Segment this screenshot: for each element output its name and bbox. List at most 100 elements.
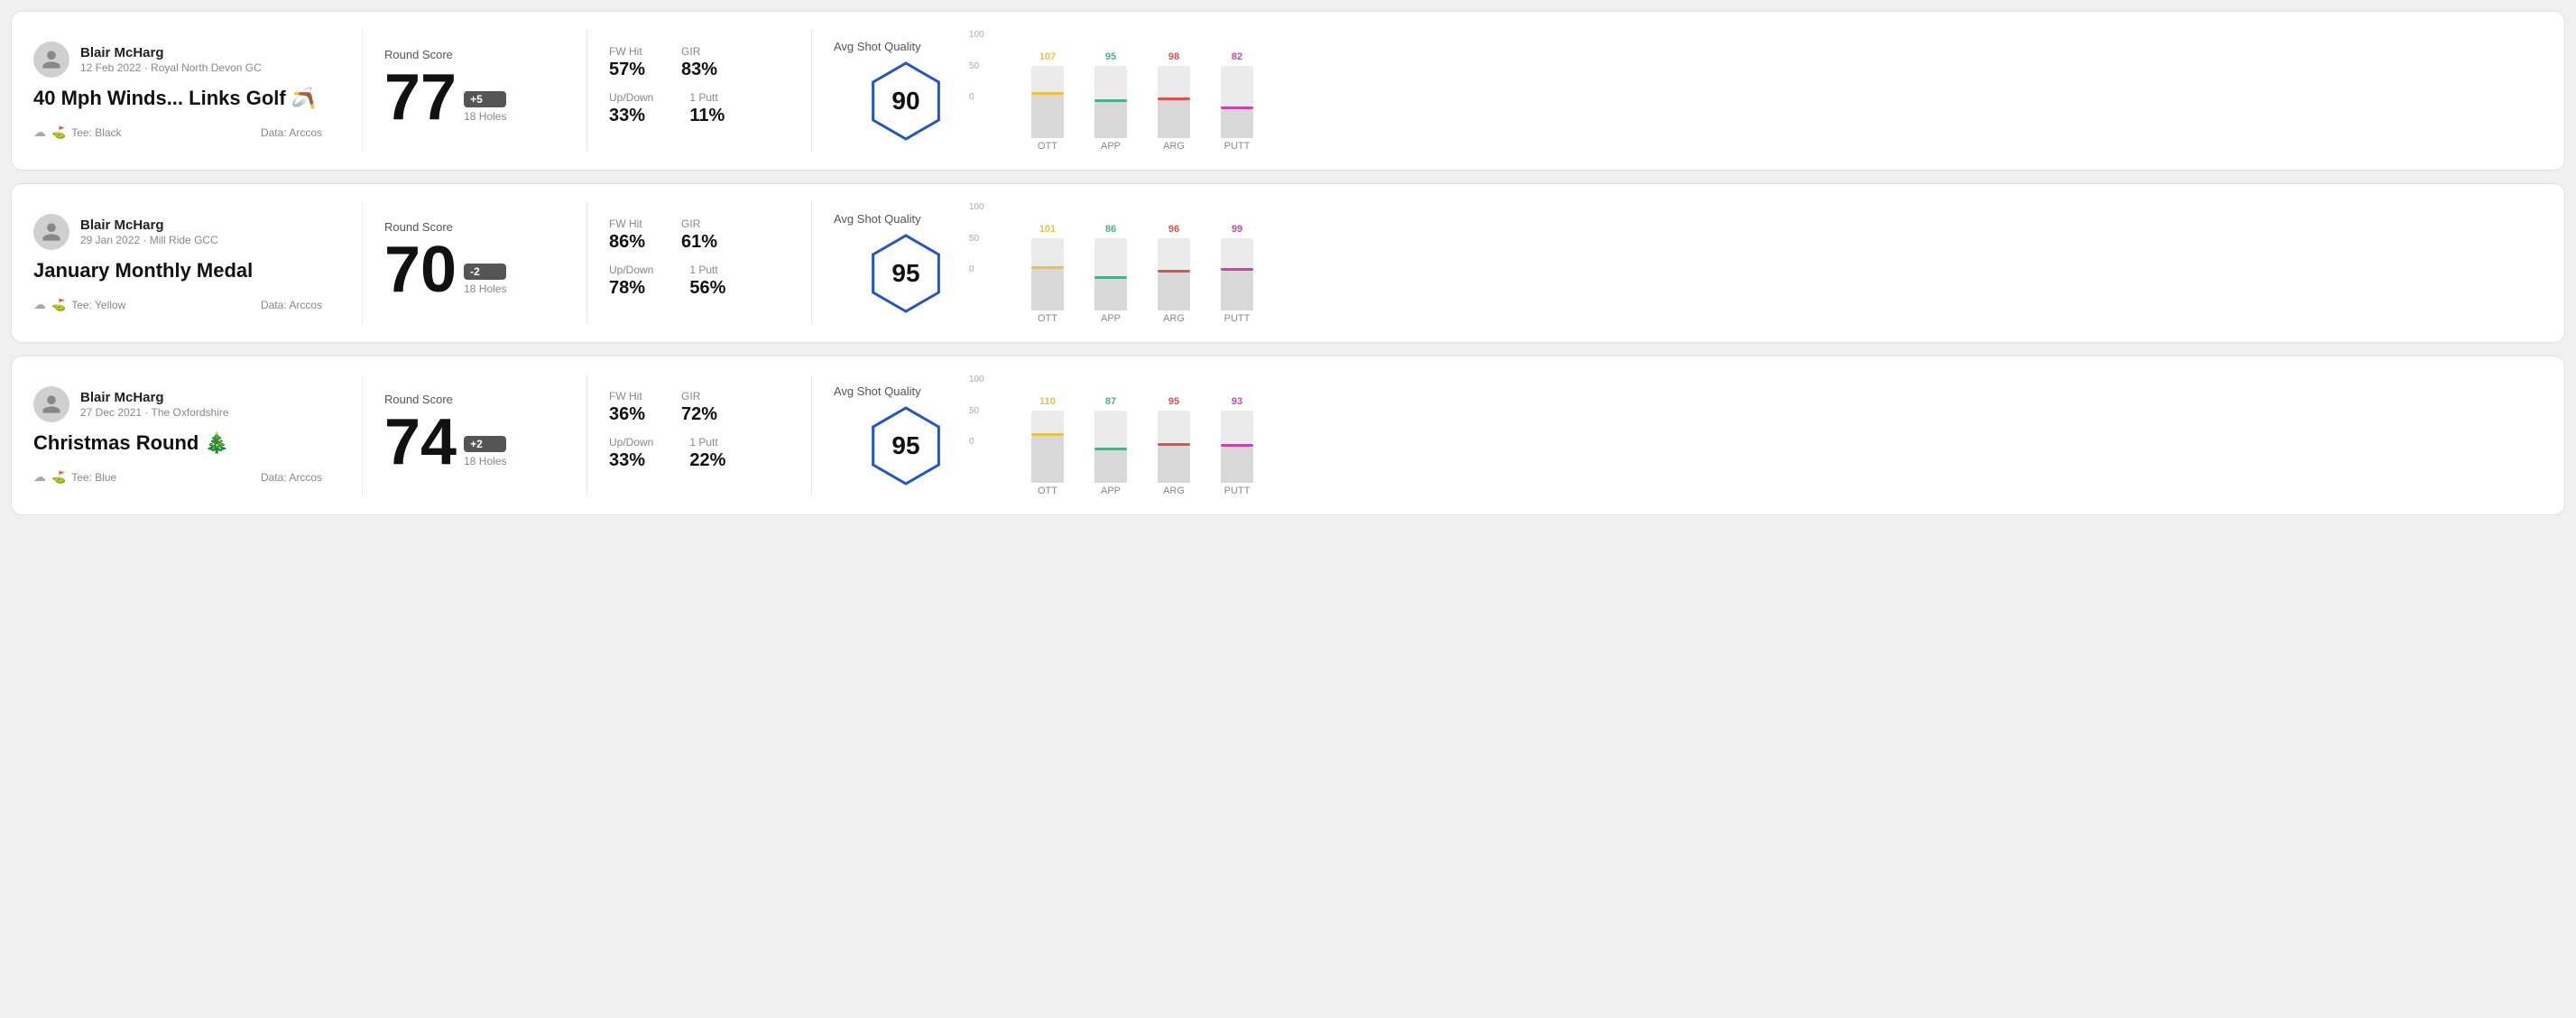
bar-fill [1094,279,1127,310]
chart-top-value: 99 [1232,224,1242,235]
divider-3 [811,202,812,324]
divider-2 [586,375,587,496]
stat-item-fw-hit: FW Hit36% [609,390,645,425]
bar-line [1094,276,1127,279]
left-section: Blair McHarg27 Dec 2021 · The Oxfordshir… [33,386,340,485]
bar-wrapper [1221,238,1253,310]
score-number: 74 [384,410,457,475]
bar-line [1094,448,1127,450]
chart-top-value: 93 [1232,396,1242,407]
chart-column-putt: 99 [1214,224,1260,310]
bar-line [1221,106,1253,109]
score-badge-col: +218 Holes [464,436,506,475]
stat-value: 22% [689,450,725,471]
chart-column-putt: 82 [1214,51,1260,138]
bar-fill [1094,450,1127,483]
divider-3 [811,30,812,152]
user-row: Blair McHarg12 Feb 2022 · Royal North De… [33,42,322,78]
chart-column-app: 95 [1088,51,1133,138]
bar-wrapper [1031,66,1064,138]
chart-top-value: 107 [1039,51,1056,62]
round-card: Blair McHarg29 Jan 2022 · Mill Ride GCC J… [11,183,2565,343]
bar-fill [1221,109,1253,138]
divider-1 [362,30,363,152]
chart-top-value: 95 [1105,51,1116,62]
stat-name: 1 Putt [689,91,725,104]
tee-row: ☁ ⛳Tee: BlackData: Arccos [33,125,322,140]
divider-2 [586,30,587,152]
stat-item-gir: GIR72% [681,390,717,425]
score-number: 70 [384,237,457,302]
bar-wrapper [1031,238,1064,310]
tee-row: ☁ ⛳Tee: BlueData: Arccos [33,469,322,485]
chart-x-label: PUTT [1214,141,1260,152]
chart-column-arg: 96 [1151,224,1196,310]
stat-name: GIR [681,217,717,230]
bar-fill [1031,95,1064,138]
stats-section: FW Hit86%GIR61%Up/Down78%1 Putt56% [609,217,789,310]
stat-value: 72% [681,404,717,425]
score-badge-col: +518 Holes [464,91,506,130]
round-card: Blair McHarg12 Feb 2022 · Royal North De… [11,11,2565,171]
stat-name: 1 Putt [689,436,725,449]
stat-value: 83% [681,60,717,80]
x-labels-row: OTTAPPARGPUTT [1025,141,2543,152]
bag-icon: ⛳ [51,470,66,485]
chart-top-value: 95 [1168,396,1179,407]
stat-name: FW Hit [609,390,645,403]
score-row: 77+518 Holes [384,65,565,130]
chart-x-label: ARG [1151,486,1196,496]
stat-value: 78% [609,278,653,299]
chart-column-putt: 93 [1214,396,1260,483]
stat-value: 11% [689,106,725,126]
quality-score: 90 [891,87,919,116]
round-title: January Monthly Medal [33,259,322,282]
hexagon-container: 90 [865,60,946,142]
stat-item-updown: Up/Down33% [609,436,653,471]
divider-2 [586,202,587,324]
score-section: Round Score70-218 Holes [384,220,565,306]
holes-label: 18 Holes [464,110,506,123]
chart-column-app: 87 [1088,396,1133,483]
weather-icon: ☁ [33,297,46,312]
bar-fill [1221,271,1253,310]
chart-top-value: 82 [1232,51,1242,62]
stat-name: GIR [681,390,717,403]
bar-line [1221,444,1253,447]
chart-top-value: 96 [1168,224,1179,235]
quality-label: Avg Shot Quality [834,212,921,226]
user-row: Blair McHarg29 Jan 2022 · Mill Ride GCC [33,214,322,250]
stat-row-2: Up/Down33%1 Putt11% [609,91,789,126]
quality-label: Avg Shot Quality [834,40,921,53]
chart-section: 100500107959882OTTAPPARGPUTT [978,30,2543,152]
bar-line [1158,270,1190,273]
stat-row-1: FW Hit57%GIR83% [609,45,789,80]
stat-item-fw-hit: FW Hit86% [609,217,645,253]
score-row: 70-218 Holes [384,237,565,302]
data-source: Data: Arccos [261,299,322,311]
tee-text: Tee: Blue [71,471,116,484]
stat-name: FW Hit [609,217,645,230]
stat-item-updown: Up/Down78% [609,264,653,299]
quality-section: Avg Shot Quality 90 [834,40,978,142]
user-info: Blair McHarg12 Feb 2022 · Royal North De… [80,45,262,74]
weather-icon: ☁ [33,125,46,140]
bar-line [1158,97,1190,100]
score-section: Round Score74+218 Holes [384,393,565,478]
avatar [33,386,69,422]
chart-x-label: PUTT [1214,313,1260,324]
stat-row-2: Up/Down33% 1 Putt22% [609,436,789,471]
score-number: 77 [384,65,457,130]
bar-line [1031,266,1064,269]
chart-column-arg: 98 [1151,51,1196,138]
bar-wrapper [1158,238,1190,310]
chart-section: 100500101869699OTTAPPARGPUTT [978,202,2543,324]
bar-line [1221,268,1253,271]
user-icon [41,393,62,415]
stat-row-2: Up/Down78%1 Putt56% [609,264,789,299]
chart-column-arg: 95 [1151,396,1196,483]
score-section: Round Score77+518 Holes [384,48,565,134]
divider-1 [362,202,363,324]
chart-top-value: 86 [1105,224,1116,235]
chart-x-label: ARG [1151,141,1196,152]
